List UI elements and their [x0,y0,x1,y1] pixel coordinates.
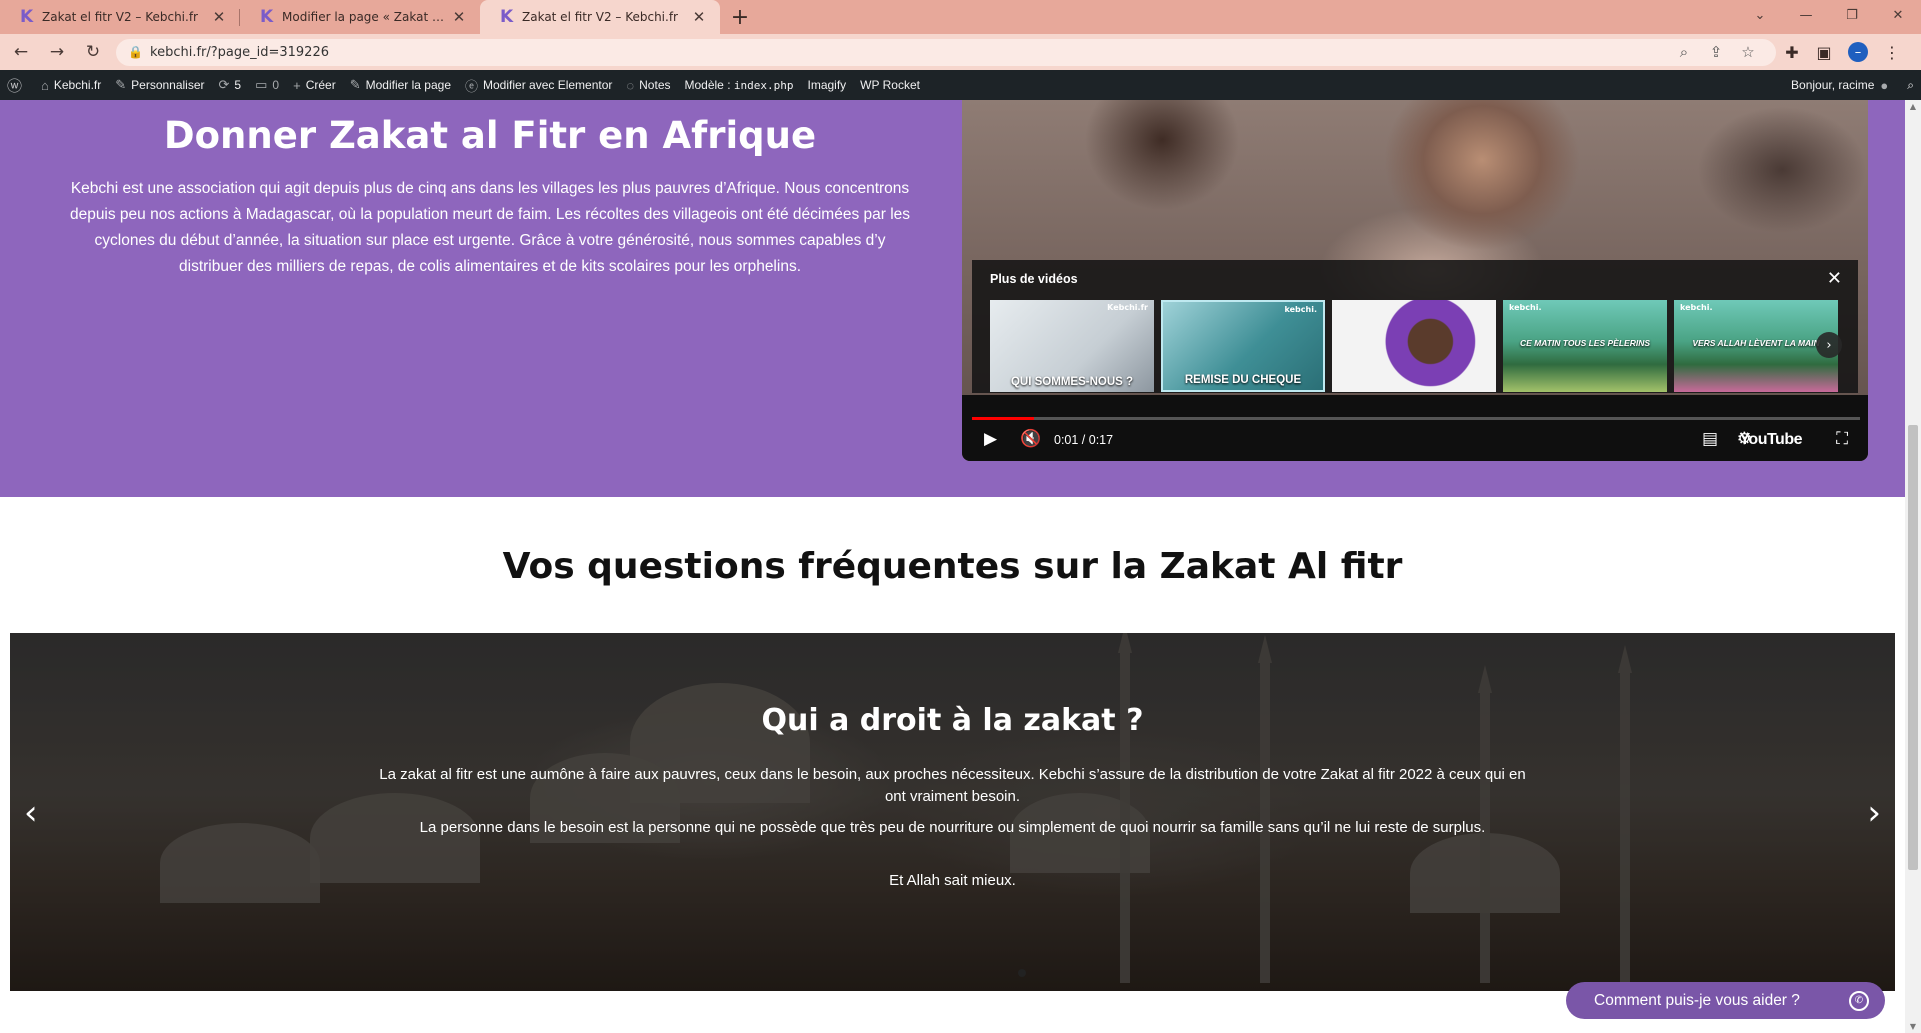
slide-paragraph: La personne dans le besoin est la person… [419,819,1486,836]
back-button[interactable]: ← [6,37,36,67]
wp-admin-bar: ⓦ ⌂ Kebchi.fr ✎ Personnaliser ⟳ 5 ▭ 0 + Créer… [0,70,1921,100]
scroll-down-icon[interactable]: ▼ [1905,1022,1921,1031]
browser-toolbar: ← → ↻ 🔒 kebchi.fr/?page_id=319226 ⌕ ⇪ ☆ … [0,34,1921,70]
tab-search-icon[interactable]: ⌄ [1737,0,1783,30]
address-bar[interactable]: 🔒 kebchi.fr/?page_id=319226 ⌕ ⇪ ☆ [116,38,1776,66]
youtube-embed[interactable]: Plus de vidéos ✕ Kebchi.fr QUI SOMMES-NO… [962,100,1868,461]
video-time: 0:01 / 0:17 [1054,433,1114,447]
video-thumbnail[interactable]: kebchi. VERS ALLAH LÈVENT LA MAIN [1674,300,1838,392]
adminbar-wprocket[interactable]: WP Rocket [853,70,927,100]
mute-icon[interactable]: 🔇 [1020,429,1041,449]
profile-avatar[interactable]: – [1848,42,1868,62]
elementor-icon: ⓔ [465,78,479,94]
restore-button[interactable]: ❐ [1829,0,1875,30]
close-icon[interactable]: ✕ [1827,268,1842,289]
bookmark-star-icon[interactable]: ☆ [1732,43,1764,61]
chevron-right-icon[interactable]: › [1867,793,1881,833]
video-thumbnail[interactable]: kebchi. CE MATIN TOUS LES PÈLERINS [1503,300,1667,392]
reload-button[interactable]: ↻ [78,37,108,67]
adminbar-search-icon[interactable]: ⌕ [1900,70,1921,100]
video-thumbnail[interactable]: kebchi. REMISE DU CHEQUE [1161,300,1325,392]
chevron-right-icon[interactable]: › [1816,332,1842,358]
adminbar-notes[interactable]: ◌ Notes [619,70,677,100]
slide-paragraph: Et Allah sait mieux. [889,872,1016,889]
kebchi-favicon-icon: K [260,7,274,27]
faq-heading: Vos questions fréquentes sur la Zakat Al… [502,546,1403,587]
forward-button[interactable]: → [42,37,72,67]
play-icon[interactable]: ▶ [984,429,997,449]
chevron-left-icon[interactable]: ‹ [24,793,38,833]
browser-tab-strip: K Zakat el fitr V2 – Kebchi.fr ✕ K Modif… [0,0,1921,34]
side-panel-icon[interactable]: ▣ [1808,43,1840,62]
tab-title: Zakat el fitr V2 – Kebchi.fr [522,10,678,24]
adminbar-new[interactable]: + Créer [286,70,343,100]
menu-kebab-icon[interactable]: ⋮ [1876,43,1908,62]
progress-bar[interactable] [972,417,1860,420]
adminbar-account[interactable]: Bonjour, racime ● [1784,70,1900,100]
plus-icon: + [293,77,301,93]
kebchi-favicon-icon: K [20,7,34,27]
tab-title: Zakat el fitr V2 – Kebchi.fr [42,10,198,24]
browser-tab-3[interactable]: K Zakat el fitr V2 – Kebchi.fr ✕ [480,0,720,34]
browser-tab-2[interactable]: K Modifier la page « Zakat el fitr V2 » … [240,0,480,34]
slide-overlay [10,633,1895,991]
adminbar-elementor[interactable]: ⓔ Modifier avec Elementor [458,70,619,100]
updates-icon: ⟳ [218,77,230,92]
kebchi-favicon-icon: K [500,7,514,27]
hero-title: Donner Zakat al Fitr en Afrique [163,114,817,157]
fullscreen-icon[interactable]: ⛶ [1836,429,1848,449]
more-videos-panel: Plus de vidéos ✕ Kebchi.fr QUI SOMMES-NO… [972,260,1858,393]
user-icon: ● [1880,77,1889,93]
window-close-button[interactable]: ✕ [1875,0,1921,30]
lock-icon[interactable]: 🔒 [128,45,150,59]
progress-fill [972,417,1035,420]
faq-slider: Qui a droit à la zakat ? La zakat al fit… [10,633,1895,991]
youtube-logo[interactable]: YouTube [1739,431,1802,449]
wordpress-logo-icon[interactable]: ⓦ [0,70,34,100]
video-thumbnail[interactable]: Kebchi.fr QUI SOMMES-NOUS ? [990,300,1154,392]
whatsapp-icon: ✆ [1849,990,1869,1011]
share-icon[interactable]: ⇪ [1700,43,1732,61]
adminbar-edit-page[interactable]: ✎ Modifier la page [343,70,458,100]
comment-icon: ▭ [255,77,268,92]
close-icon[interactable]: ✕ [450,8,468,26]
adminbar-imagify[interactable]: Imagify [800,70,853,100]
adminbar-template[interactable]: Modèle : index.php [678,70,801,100]
slider-dot[interactable] [1018,969,1026,977]
browser-tab-1[interactable]: K Zakat el fitr V2 – Kebchi.fr ✕ [0,0,240,34]
url-text[interactable]: kebchi.fr/?page_id=319226 [150,45,1668,60]
close-icon[interactable]: ✕ [210,8,228,26]
tab-title: Modifier la page « Zakat el fitr V2 » [282,10,450,24]
scroll-up-icon[interactable]: ▲ [1905,102,1921,111]
close-icon[interactable]: ✕ [690,8,708,26]
brush-icon: ✎ [115,77,127,92]
page-scrollbar[interactable]: ▲ ▼ [1905,100,1921,1033]
pencil-icon: ✎ [349,77,361,92]
adminbar-site[interactable]: ⌂ Kebchi.fr [34,70,108,100]
slide-title: Qui a droit à la zakat ? [761,703,1144,738]
minimize-button[interactable]: — [1783,0,1829,30]
notes-bubble-icon: ◌ [626,77,635,93]
scrollbar-thumb[interactable] [1908,425,1918,870]
extensions-puzzle-icon[interactable]: ✚ [1776,43,1808,62]
adminbar-comments[interactable]: ▭ 0 [248,70,286,100]
more-videos-title: Plus de vidéos [990,272,1078,286]
adminbar-customize[interactable]: ✎ Personnaliser [108,70,211,100]
video-controls: ▶ 🔇 0:01 / 0:17 ▤ ⚙ YouTube ⛶ [962,395,1868,461]
video-thumbnail[interactable] [1332,300,1496,392]
slide-paragraph: La zakat al fitr est une aumône à faire … [379,766,1526,805]
whatsapp-chat-button[interactable]: Comment puis-je vous aider ? ✆ [1566,982,1885,1019]
zoom-icon[interactable]: ⌕ [1668,43,1700,61]
adminbar-updates[interactable]: ⟳ 5 [212,70,249,100]
dashboard-icon: ⌂ [41,77,49,93]
hero-text: Kebchi est une association qui agit depu… [69,180,911,275]
subtitles-icon[interactable]: ▤ [1702,429,1718,449]
chat-label: Comment puis-je vous aider ? [1594,991,1800,1009]
new-tab-button[interactable]: + [720,0,760,34]
